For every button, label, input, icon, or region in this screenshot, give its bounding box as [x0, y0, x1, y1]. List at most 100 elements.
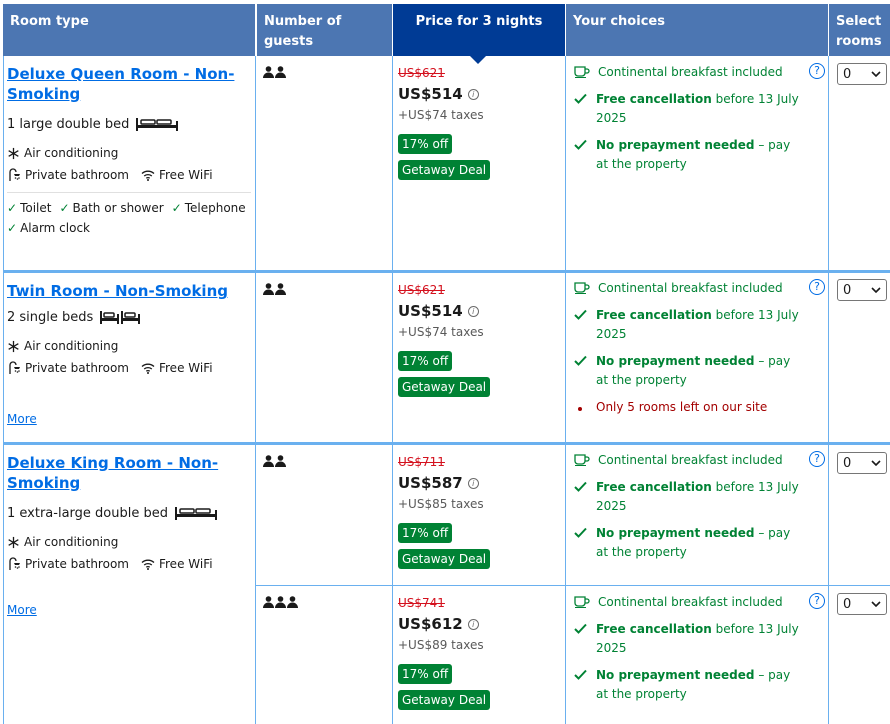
chevron-down-icon	[871, 287, 881, 293]
facilities: Air conditioning Private bathroom Free W…	[7, 146, 251, 182]
guest-count	[263, 455, 286, 467]
cancellation-choice: Free cancellation before 13 July 2025	[574, 478, 806, 516]
person-icon	[263, 66, 274, 78]
header-choices: Your choices	[566, 4, 828, 56]
choices: Continental breakfast included Free canc…	[574, 451, 806, 562]
bed-info: 1 extra-large double bed	[7, 505, 251, 521]
header-price: Price for 3 nights	[393, 4, 565, 56]
divider	[7, 192, 251, 193]
price-cell: US$621 US$514 i +US$74 taxes 17% off Geta…	[398, 283, 558, 397]
wifi-icon	[141, 363, 155, 374]
bed-info: 2 single beds	[7, 309, 251, 325]
room-info: Deluxe King Room - Non-Smoking 1 extra-l…	[7, 453, 251, 571]
info-icon[interactable]: i	[467, 305, 479, 317]
cancellation-choice: Free cancellation before 13 July 2025	[574, 90, 806, 128]
room-separator	[3, 442, 890, 445]
facility-label: Private bathroom	[25, 168, 129, 182]
deal-badge: Getaway Deal	[398, 549, 491, 569]
checkmark-icon	[574, 139, 587, 150]
question-icon[interactable]: ?	[809, 451, 825, 467]
person-icon	[275, 455, 286, 467]
coffee-cup-icon	[574, 596, 590, 608]
person-icon	[263, 283, 274, 295]
facility-label: Free WiFi	[158, 557, 213, 571]
prepayment-choice: No prepayment needed – pay at the proper…	[574, 136, 806, 174]
amenities: ✓ Toilet ✓ Bath or shower ✓ Telephone ✓ Alar…	[7, 201, 251, 235]
more-link[interactable]: More	[7, 412, 37, 426]
facility-bathroom: Private bathroom	[7, 557, 129, 571]
checkmark-icon: ✓	[7, 221, 18, 235]
person-icon	[287, 596, 298, 608]
facility-ac: Air conditioning	[7, 339, 118, 353]
original-price: US$741	[398, 596, 445, 610]
prepayment-bold: No prepayment needed	[596, 668, 755, 682]
facility-label: Air conditioning	[24, 535, 119, 549]
header-price-arrow	[470, 56, 486, 64]
more-link[interactable]: More	[7, 603, 37, 617]
room-table: Room type Number of guests Price for 3 n…	[3, 4, 890, 724]
guest-count	[263, 283, 286, 295]
facility-bathroom: Private bathroom	[7, 361, 129, 375]
choices: Continental breakfast included Free canc…	[574, 63, 806, 174]
question-icon[interactable]: ?	[809, 63, 825, 79]
facilities: Air conditioning Private bathroom Free W…	[7, 339, 251, 375]
price-cell: US$741 US$612 i +US$89 taxes 17% off Geta…	[398, 596, 558, 710]
amenity: ✓ Telephone	[172, 201, 246, 215]
discount-badge: 17% off	[398, 134, 453, 154]
person-icon	[263, 596, 274, 608]
room-quantity-select[interactable]: 0	[837, 593, 887, 615]
room-name-link[interactable]: Deluxe Queen Room - Non-Smoking	[7, 64, 251, 104]
price-value: US$612	[398, 615, 463, 633]
prepayment-choice: No prepayment needed – pay at the proper…	[574, 524, 806, 562]
amenity: ✓ Alarm clock	[7, 221, 90, 235]
prepayment-choice: No prepayment needed – pay at the proper…	[574, 666, 806, 704]
current-price: US$587 i	[398, 474, 558, 492]
cancellation-choice: Free cancellation before 13 July 2025	[574, 306, 806, 344]
grid-line	[392, 56, 393, 724]
bed-icon	[136, 118, 179, 131]
checkmark-icon: ✓	[7, 201, 18, 215]
amenity-label: Telephone	[184, 201, 246, 215]
bed-label: 1 extra-large double bed	[7, 505, 168, 521]
checkmark-icon	[574, 623, 587, 634]
checkmark-icon	[574, 527, 587, 538]
prepayment-bold: No prepayment needed	[596, 354, 755, 368]
question-icon[interactable]: ?	[809, 593, 825, 609]
facility-bathroom: Private bathroom	[7, 168, 129, 182]
room-name-link[interactable]: Deluxe King Room - Non-Smoking	[7, 453, 251, 493]
room-quantity-select[interactable]: 0	[837, 279, 887, 301]
wifi-icon	[141, 170, 155, 181]
guest-count	[263, 596, 298, 608]
facility-label: Private bathroom	[25, 361, 129, 375]
taxes: +US$85 taxes	[398, 497, 484, 511]
room-info: Deluxe Queen Room - Non-Smoking 1 large …	[7, 64, 251, 235]
breakfast-label: Continental breakfast included	[598, 453, 783, 467]
facility-label: Air conditioning	[24, 339, 119, 353]
room-name-link[interactable]: Twin Room - Non-Smoking	[7, 281, 251, 301]
info-icon[interactable]: i	[467, 477, 479, 489]
chevron-down-icon	[871, 460, 881, 466]
question-icon[interactable]: ?	[809, 279, 825, 295]
person-icon	[263, 455, 274, 467]
chevron-down-icon	[871, 71, 881, 77]
prepayment-bold: No prepayment needed	[596, 138, 755, 152]
select-value: 0	[843, 455, 852, 471]
original-price: US$711	[398, 455, 445, 469]
facility-wifi: Free WiFi	[141, 557, 213, 571]
current-price: US$514 i	[398, 302, 558, 320]
breakfast-choice: Continental breakfast included	[574, 451, 806, 470]
facilities: Air conditioning Private bathroom Free W…	[7, 535, 251, 571]
info-icon[interactable]: i	[467, 88, 479, 100]
checkmark-icon	[574, 93, 587, 104]
prepayment-choice: No prepayment needed – pay at the proper…	[574, 352, 806, 390]
facility-wifi: Free WiFi	[141, 168, 213, 182]
facility-label: Private bathroom	[25, 557, 129, 571]
choices: Continental breakfast included Free canc…	[574, 279, 806, 417]
room-quantity-select[interactable]: 0	[837, 63, 887, 85]
bed-icon	[100, 311, 141, 324]
select-value: 0	[843, 282, 852, 298]
coffee-cup-icon	[574, 282, 590, 294]
info-icon[interactable]: i	[467, 618, 479, 630]
room-quantity-select[interactable]: 0	[837, 452, 887, 474]
cancellation-choice: Free cancellation before 13 July 2025	[574, 620, 806, 658]
